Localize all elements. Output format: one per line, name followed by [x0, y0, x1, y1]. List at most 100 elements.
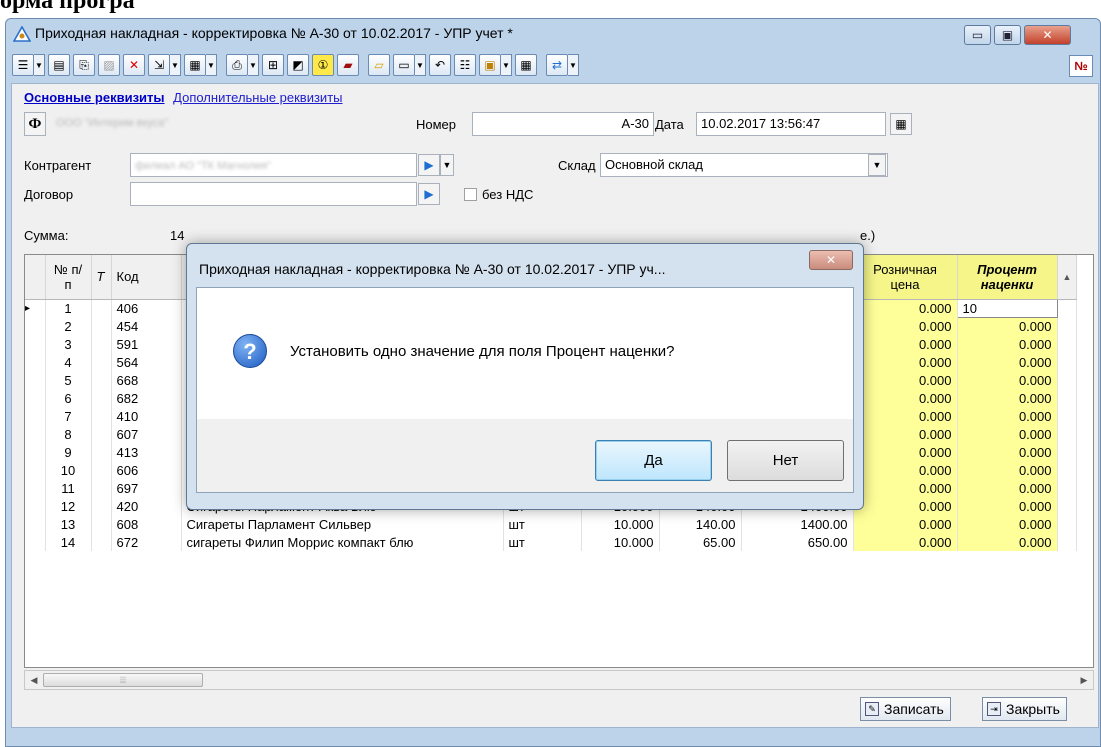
cell-num[interactable]: 5	[45, 371, 92, 389]
cell-markup-percent[interactable]: 0.000	[957, 371, 1058, 389]
cell-num[interactable]: 14	[45, 533, 92, 551]
cell-markup-percent[interactable]: 0.000	[957, 317, 1058, 335]
cell-markup-percent[interactable]: 0.000	[957, 353, 1058, 371]
cell-retail-price[interactable]: 0.000	[853, 407, 958, 425]
table-row[interactable]: 13 608 Сигареты Парламент Сильвер шт 10.000 1…	[25, 515, 1078, 533]
cell-retail-price[interactable]: 0.000	[853, 479, 958, 497]
cell-code[interactable]: 697	[111, 479, 182, 497]
cell-num[interactable]: 11	[45, 479, 92, 497]
document-icon[interactable]: ▦	[184, 54, 206, 76]
cell-markup-percent[interactable]: 0.000	[957, 335, 1058, 353]
horizontal-scrollbar[interactable]: ◀ ⦙⦙⦙ ▶	[24, 670, 1094, 690]
delete-icon[interactable]: ✕	[123, 54, 145, 76]
header-code[interactable]: Код	[111, 255, 182, 300]
cell-retail-price[interactable]: 0.000	[853, 443, 958, 461]
close-button[interactable]: ⇥ Закрыть	[982, 697, 1067, 721]
cell-price[interactable]: 65.00	[659, 533, 742, 551]
book-icon[interactable]: ▰	[337, 54, 359, 76]
chevron-down-icon[interactable]: ▼	[868, 154, 886, 176]
cell-retail-price[interactable]: 0.000	[853, 425, 958, 443]
calendar-icon[interactable]: ▦	[890, 113, 912, 135]
cell-code[interactable]: 410	[111, 407, 182, 425]
cell-num[interactable]: 13	[45, 515, 92, 533]
date-field[interactable]: 10.02.2017 13:56:47	[696, 112, 886, 136]
cell-markup-percent[interactable]: 0.000	[957, 407, 1058, 425]
chevron-down-icon[interactable]: ▼	[568, 54, 579, 76]
chevron-down-icon[interactable]: ▼	[248, 54, 259, 76]
cell-qty[interactable]: 10.000	[581, 515, 660, 533]
cell-markup-percent[interactable]: 0.000	[957, 533, 1058, 551]
form-view-icon[interactable]: ▤	[48, 54, 70, 76]
cell-retail-price[interactable]: 0.000	[853, 371, 958, 389]
print-icon[interactable]: ⎙	[226, 54, 248, 76]
enter-based-icon[interactable]: ⇲	[148, 54, 170, 76]
cell-markup-percent[interactable]: 0.000	[957, 443, 1058, 461]
yes-button[interactable]: Да	[595, 440, 712, 481]
folder-icon[interactable]: ▱	[368, 54, 390, 76]
contract-select-icon[interactable]: ▶	[418, 183, 440, 205]
no-button[interactable]: Нет	[727, 440, 844, 481]
tab-main-requisites[interactable]: Основные реквизиты	[24, 90, 165, 105]
tab-additional-requisites[interactable]: Дополнительные реквизиты	[173, 90, 342, 105]
calculator-icon[interactable]: ▦	[515, 54, 537, 76]
cell-markup-percent[interactable]: 0.000	[957, 479, 1058, 497]
cell-code[interactable]: 606	[111, 461, 182, 479]
cell-num[interactable]: 12	[45, 497, 92, 515]
chevron-down-icon[interactable]: ▼	[34, 54, 45, 76]
numbering-button[interactable]: №	[1069, 55, 1093, 77]
cell-num[interactable]: 7	[45, 407, 92, 425]
copy-icon[interactable]: ⎘	[73, 54, 95, 76]
cell-code[interactable]: 413	[111, 443, 182, 461]
cell-num[interactable]: 6	[45, 389, 92, 407]
cell-retail-price[interactable]: 0.000	[853, 533, 958, 551]
cell-code[interactable]: 608	[111, 515, 182, 533]
contractor-field[interactable]: филиал АО "ТК Магнолия"	[130, 153, 417, 177]
cell-markup-percent[interactable]: 0.000	[957, 425, 1058, 443]
cell-name[interactable]: Сигареты Парламент Сильвер	[181, 515, 504, 533]
field-icon[interactable]: ▭	[393, 54, 415, 76]
cell-markup-percent[interactable]: 0.000	[957, 461, 1058, 479]
chevron-down-icon[interactable]: ▼	[501, 54, 512, 76]
cell-name[interactable]: сигареты Филип Моррис компакт блю	[181, 533, 504, 551]
cell-num[interactable]: 8	[45, 425, 92, 443]
cell-retail-price[interactable]: 0.000	[853, 317, 958, 335]
scroll-right-icon[interactable]: ▶	[1077, 673, 1091, 687]
cell-num[interactable]: 2	[45, 317, 92, 335]
briefcase-icon[interactable]: ▣	[479, 54, 501, 76]
cell-sum[interactable]: 650.00	[741, 533, 854, 551]
cell-code[interactable]: 672	[111, 533, 182, 551]
cell-num[interactable]: 1	[45, 299, 92, 317]
number-field[interactable]: А-30	[472, 112, 654, 136]
chevron-down-icon[interactable]: ▼	[206, 54, 217, 76]
cell-retail-price[interactable]: 0.000	[853, 515, 958, 533]
cell-price[interactable]: 140.00	[659, 515, 742, 533]
cell-code[interactable]: 420	[111, 497, 182, 515]
cell-markup-percent[interactable]: 0.000	[957, 497, 1058, 515]
cell-num[interactable]: 9	[45, 443, 92, 461]
cell-markup-percent[interactable]: 0.000	[957, 515, 1058, 533]
cell-markup-percent[interactable]: 10	[956, 298, 1058, 318]
contract-field[interactable]	[130, 182, 417, 206]
cell-retail-price[interactable]: 0.000	[853, 299, 958, 317]
cell-code[interactable]: 607	[111, 425, 182, 443]
cell-retail-price[interactable]: 0.000	[853, 353, 958, 371]
warehouse-select[interactable]: Основной склад	[600, 153, 888, 177]
cell-num[interactable]: 3	[45, 335, 92, 353]
cell-code[interactable]: 564	[111, 353, 182, 371]
cell-retail-price[interactable]: 0.000	[853, 335, 958, 353]
cell-num[interactable]: 4	[45, 353, 92, 371]
cell-retail-price[interactable]: 0.000	[853, 389, 958, 407]
cell-retail-price[interactable]: 0.000	[853, 461, 958, 479]
cell-code[interactable]: 454	[111, 317, 182, 335]
cell-retail-price[interactable]: 0.000	[853, 497, 958, 515]
menu-list-icon[interactable]: ☰	[12, 54, 34, 76]
minimize-button[interactable]: ▭	[964, 25, 991, 45]
dialog-close-button[interactable]: ✕	[809, 250, 853, 270]
contractor-select-icon[interactable]: ▶	[418, 154, 440, 176]
header-retail-price[interactable]: Розничная цена	[853, 255, 958, 300]
cell-code[interactable]: 668	[111, 371, 182, 389]
header-markup-percent[interactable]: Процент наценки	[957, 255, 1058, 300]
titlebar[interactable]: Приходная накладная - корректировка № А-…	[6, 19, 1100, 49]
cell-code[interactable]: 591	[111, 335, 182, 353]
cell-unit[interactable]: шт	[503, 533, 582, 551]
